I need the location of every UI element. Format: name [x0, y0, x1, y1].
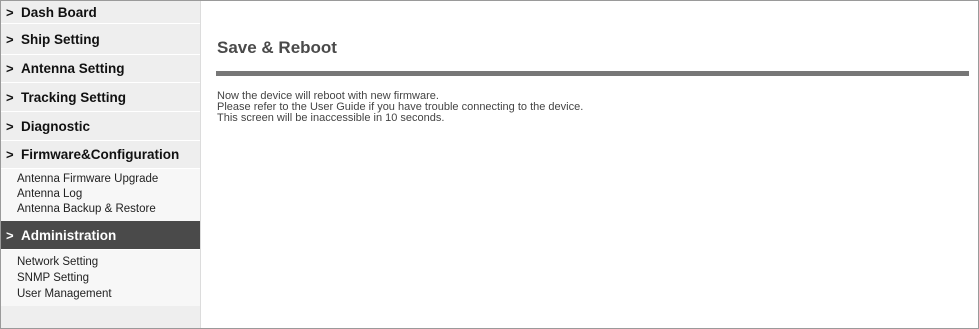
title-divider [216, 71, 969, 76]
chevron-right-icon: > [6, 118, 14, 134]
nav-firmware-configuration[interactable]: > Firmware&Configuration [1, 141, 200, 169]
nav-label: Firmware&Configuration [21, 147, 180, 162]
sidebar-item-user-management[interactable]: User Management [1, 286, 200, 302]
chevron-right-icon: > [6, 31, 14, 47]
nav-label: Antenna Setting [21, 61, 125, 76]
main-content: Save & Reboot Now the device will reboot… [201, 1, 978, 328]
nav-dash-board[interactable]: > Dash Board [1, 1, 200, 24]
chevron-right-icon: > [6, 89, 14, 105]
message-line: This screen will be inaccessible in 10 s… [217, 112, 445, 124]
sidebar: > Dash Board > Ship Setting > Antenna Se… [1, 1, 201, 328]
administration-submenu: Network Setting SNMP Setting User Manage… [1, 250, 200, 306]
page-title: Save & Reboot [217, 38, 337, 57]
sidebar-item-antenna-log[interactable]: Antenna Log [1, 187, 200, 202]
sidebar-item-antenna-firmware-upgrade[interactable]: Antenna Firmware Upgrade [1, 172, 200, 187]
status-messages: Now the device will reboot with new firm… [217, 91, 583, 124]
nav-antenna-setting[interactable]: > Antenna Setting [1, 55, 200, 83]
nav-label: Administration [21, 227, 117, 243]
sidebar-item-antenna-backup-restore[interactable]: Antenna Backup & Restore [1, 202, 200, 217]
firmware-submenu: Antenna Firmware Upgrade Antenna Log Ant… [1, 169, 200, 221]
nav-label: Tracking Setting [21, 89, 127, 105]
nav-tracking-setting[interactable]: > Tracking Setting [1, 83, 200, 112]
nav-ship-setting[interactable]: > Ship Setting [1, 24, 200, 55]
app-frame: > Dash Board > Ship Setting > Antenna Se… [0, 0, 979, 329]
sidebar-item-snmp-setting[interactable]: SNMP Setting [1, 270, 200, 286]
nav-administration[interactable]: > Administration [1, 221, 200, 250]
chevron-right-icon: > [6, 227, 14, 243]
nav-label: Diagnostic [21, 118, 91, 134]
chevron-right-icon: > [6, 61, 14, 76]
nav-diagnostic[interactable]: > Diagnostic [1, 112, 200, 141]
sidebar-item-network-setting[interactable]: Network Setting [1, 254, 200, 270]
nav-label: Dash Board [21, 4, 97, 20]
nav-label: Ship Setting [21, 31, 100, 47]
chevron-right-icon: > [6, 147, 14, 162]
chevron-right-icon: > [6, 4, 14, 20]
